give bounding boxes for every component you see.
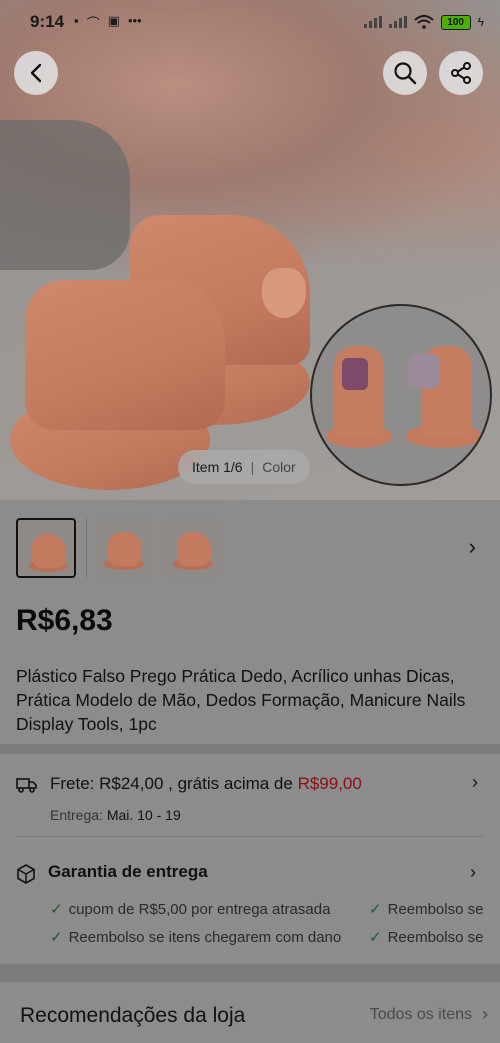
search-button[interactable]: [383, 51, 427, 95]
decorated-nails-inset: [310, 304, 492, 486]
chevron-right-icon[interactable]: ›: [472, 772, 478, 793]
wifi-icon: [413, 15, 434, 29]
chevron-right-icon[interactable]: ›: [469, 534, 476, 560]
share-icon: [451, 62, 471, 84]
app-notification-icon: ▣: [107, 12, 120, 28]
chevron-right-icon[interactable]: ›: [470, 862, 476, 883]
battery-icon: 100: [440, 14, 471, 30]
share-button[interactable]: [439, 51, 483, 95]
shipping-fee: Frete: R$24,00 , grátis acima de: [50, 774, 298, 793]
charging-icon: ϟ: [477, 15, 484, 29]
finger-model: [25, 280, 225, 430]
all-items-link[interactable]: Todos os itens: [370, 1006, 472, 1024]
check-icon: ✓: [369, 929, 382, 946]
search-icon: [394, 62, 417, 85]
sleeve-region: [0, 120, 130, 270]
chevron-right-icon[interactable]: ›: [482, 1004, 488, 1025]
chevron-left-icon: [30, 63, 42, 83]
notification-icons: ▪ ⌒ ▣ •••: [74, 13, 142, 32]
image-counter: Item 1/6: [192, 459, 243, 475]
delivery-dates: Mai. 10 - 19: [106, 807, 181, 823]
image-counter-pill[interactable]: Item 1/6 | Color: [178, 450, 310, 484]
check-icon: ✓: [369, 901, 382, 918]
thumbnail-divider: [86, 518, 87, 578]
thumbnail-2[interactable]: [94, 518, 154, 578]
check-icon: ✓: [50, 929, 63, 946]
guarantee-benefit: ✓ Reembolso se: [369, 901, 484, 918]
guarantee-benefit: ✓ Reembolso se itens chegarem com dano: [50, 929, 342, 946]
more-icon: •••: [127, 12, 142, 28]
guarantee-title: Garantia de entrega: [48, 862, 208, 881]
status-time: 9:14: [30, 12, 65, 31]
package-icon: [17, 864, 35, 884]
delivery-label: Entrega:: [50, 807, 107, 823]
message-icon: ▪: [74, 12, 79, 28]
product-title: Plástico Falso Prego Prática Dedo, Acríl…: [16, 666, 466, 734]
section-divider: [0, 744, 500, 754]
product-price: R$6,83: [16, 604, 113, 637]
store-recommendations: Recomendações da loja Todos os itens ›: [0, 982, 500, 1043]
thumbnail-3[interactable]: [163, 518, 223, 578]
guarantee-benefit: ✓ Reembolso se: [369, 929, 484, 946]
pill-separator: |: [250, 459, 255, 475]
truck-icon: [16, 778, 37, 793]
section-divider: [0, 964, 500, 982]
thumbnail-strip: ›: [0, 500, 500, 592]
check-icon: ✓: [50, 901, 63, 918]
recommendations-title: Recomendações da loja: [20, 1004, 246, 1027]
free-shipping-threshold: R$99,00: [297, 774, 362, 793]
product-details: ›: [0, 500, 500, 1043]
status-bar: 9:14 ▪ ⌒ ▣ ••• 100 ϟ: [0, 0, 500, 44]
guarantee-benefit: ✓ cupom de R$5,00 por entrega atrasada: [50, 901, 331, 918]
thumbnail-1[interactable]: [16, 518, 76, 578]
back-button[interactable]: [14, 51, 58, 95]
missed-call-icon: ⌒: [86, 15, 100, 31]
color-label[interactable]: Color: [262, 459, 295, 475]
signal-icon: [363, 16, 382, 28]
row-divider: [16, 836, 484, 837]
signal-icon: [388, 16, 407, 28]
fake-nail: [262, 268, 306, 318]
